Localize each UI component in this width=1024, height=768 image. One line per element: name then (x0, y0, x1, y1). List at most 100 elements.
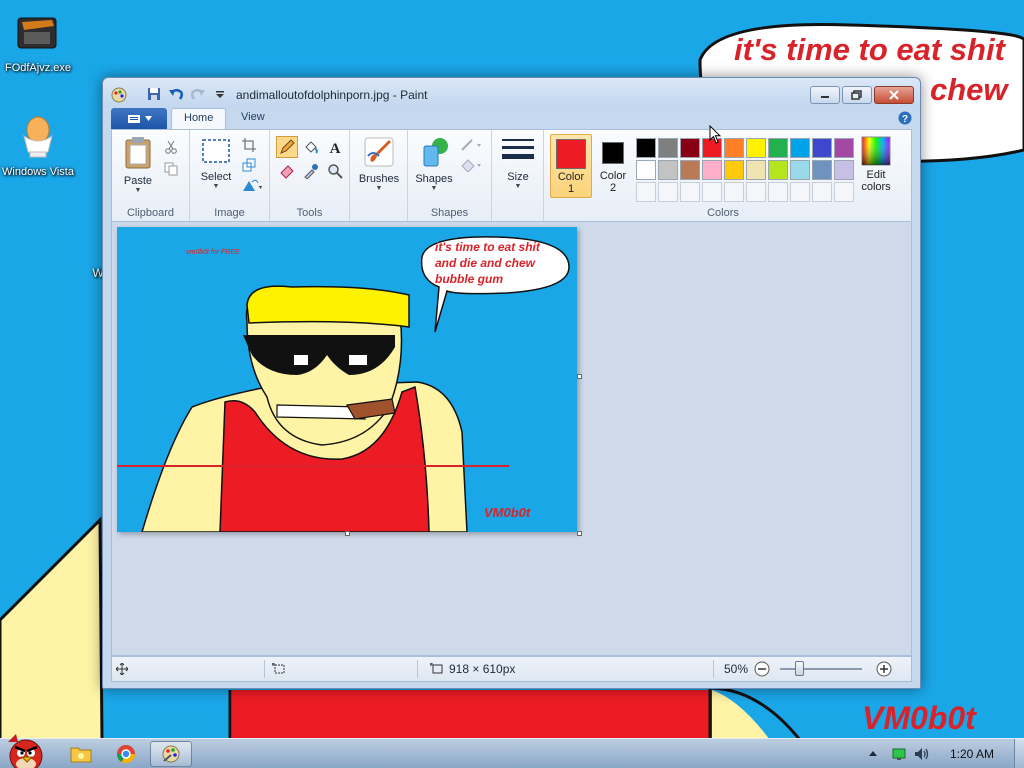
drawing-canvas[interactable]: vm0b0t for FREE it's time to eat shit an… (117, 227, 577, 533)
palette-custom-slot[interactable] (724, 182, 744, 202)
palette-color-5[interactable] (724, 138, 744, 158)
image-dimensions: 918 × 610px (430, 657, 515, 681)
taskbar-explorer[interactable] (60, 741, 102, 767)
fill-bucket-icon[interactable] (300, 136, 322, 158)
copy-icon[interactable] (162, 160, 180, 178)
palette-custom-slot[interactable] (790, 182, 810, 202)
palette-custom-slot[interactable] (658, 182, 678, 202)
palette-color-18[interactable] (790, 160, 810, 180)
help-icon[interactable]: ? (898, 111, 912, 128)
palette-custom-slot[interactable] (680, 182, 700, 202)
minimize-icon (821, 96, 829, 98)
show-desktop-button[interactable] (1014, 739, 1024, 768)
angry-bird-start-icon (8, 734, 43, 768)
title-bar[interactable]: andimalloutofdolphinporn.jpg - Paint (103, 78, 920, 108)
palette-color-20[interactable] (834, 160, 854, 180)
palette-custom-slot[interactable] (812, 182, 832, 202)
eraser-icon[interactable] (276, 160, 298, 182)
size-button[interactable]: Size ▼ (498, 136, 538, 191)
pencil-icon[interactable] (276, 136, 298, 158)
zoom-out-icon (754, 661, 770, 677)
palette-color-14[interactable] (702, 160, 722, 180)
palette-custom-slot[interactable] (768, 182, 788, 202)
palette-color-7[interactable] (768, 138, 788, 158)
crop-icon[interactable] (240, 136, 258, 154)
palette-color-17[interactable] (768, 160, 788, 180)
show-hidden-icons-icon[interactable] (868, 748, 878, 762)
palette-color-11[interactable] (636, 160, 656, 180)
close-icon (889, 90, 899, 100)
zoom-in-button[interactable] (876, 657, 892, 681)
edit-colors-button[interactable]: Edit colors (858, 136, 894, 193)
customize-qat-icon[interactable] (211, 86, 229, 102)
palette-color-12[interactable] (658, 160, 678, 180)
resize-handle-bottom[interactable] (345, 531, 350, 536)
group-clipboard: Paste ▼ Clipboard (112, 130, 190, 221)
undo-icon[interactable] (167, 86, 185, 102)
network-icon[interactable] (892, 747, 906, 764)
resize-icon[interactable] (240, 156, 258, 174)
fill-icon[interactable] (458, 156, 484, 174)
close-button[interactable] (874, 86, 914, 104)
desktop-icon-label: FOdfAjvz.exe (4, 62, 72, 74)
palette-color-2[interactable] (658, 138, 678, 158)
restore-icon (851, 90, 862, 100)
outline-icon[interactable] (458, 136, 484, 154)
clipboard-icon (125, 137, 151, 169)
rotate-icon[interactable] (240, 176, 266, 194)
group-tools: A Tools (270, 130, 350, 221)
cut-icon[interactable] (162, 138, 180, 156)
minimize-button[interactable] (810, 86, 840, 104)
palette-color-1[interactable] (636, 138, 656, 158)
tab-home[interactable]: Home (171, 108, 227, 129)
zoom-out-button[interactable] (754, 657, 770, 681)
palette-color-3[interactable] (680, 138, 700, 158)
taskbar-paint[interactable] (150, 741, 192, 767)
save-icon[interactable] (145, 86, 163, 102)
mouse-cursor-icon (709, 124, 722, 147)
paste-button[interactable]: Paste ▼ (118, 136, 158, 195)
maximize-button[interactable] (842, 86, 872, 104)
group-colors: Color 1 Color 2 Edit colors Colors (544, 130, 902, 221)
paint-app-icon[interactable] (111, 87, 127, 106)
palette-color-15[interactable] (724, 160, 744, 180)
shapes-button[interactable]: Shapes ▼ (412, 136, 456, 193)
tab-view[interactable]: View (229, 108, 277, 129)
desktop-icon-windows-vista[interactable]: Windows Vista (0, 116, 76, 178)
palette-custom-slot[interactable] (636, 182, 656, 202)
palette-custom-slot[interactable] (746, 182, 766, 202)
magnifier-icon[interactable] (324, 160, 346, 182)
chevron-down-icon (144, 116, 152, 121)
color-1-button[interactable]: Color 1 (550, 134, 592, 198)
redo-icon[interactable] (189, 86, 207, 102)
brushes-label: Brushes (358, 173, 400, 185)
select-button[interactable]: Select ▼ (196, 136, 236, 191)
palette-custom-slot[interactable] (702, 182, 722, 202)
palette-custom-slot[interactable] (834, 182, 854, 202)
palette-color-6[interactable] (746, 138, 766, 158)
palette-color-10[interactable] (834, 138, 854, 158)
start-button[interactable] (2, 732, 52, 768)
text-tool-icon[interactable]: A (324, 136, 346, 158)
desktop-icon-exe[interactable]: FOdfAjvz.exe (0, 8, 76, 74)
palette-color-8[interactable] (790, 138, 810, 158)
palette-color-19[interactable] (812, 160, 832, 180)
palette-color-16[interactable] (746, 160, 766, 180)
zoom-slider-thumb[interactable] (795, 661, 804, 676)
palette-color-13[interactable] (680, 160, 700, 180)
color-1-label-line2: 1 (567, 183, 575, 195)
palette-color-9[interactable] (812, 138, 832, 158)
color-2-button[interactable]: Color 2 (594, 134, 632, 198)
taskbar-clock[interactable]: 1:20 AM (950, 747, 994, 761)
brushes-button[interactable]: Brushes ▼ (356, 136, 402, 193)
group-label-shapes: Shapes (430, 207, 469, 219)
resize-handle-corner[interactable] (577, 531, 582, 536)
paint-menu-button[interactable] (111, 108, 167, 129)
taskbar-chrome[interactable] (105, 741, 147, 767)
resize-handle-right[interactable] (577, 374, 582, 379)
volume-icon[interactable] (914, 747, 930, 764)
menu-icon (127, 114, 140, 123)
zoom-slider-track[interactable] (780, 668, 862, 670)
color-picker-icon[interactable] (300, 160, 322, 182)
line-size-icon (502, 139, 534, 159)
